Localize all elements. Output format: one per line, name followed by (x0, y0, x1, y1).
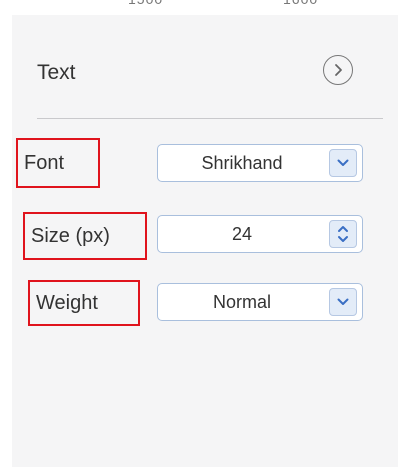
chevron-down-icon (337, 298, 349, 305)
divider (37, 118, 383, 119)
chevron-right-circle-icon (335, 64, 342, 76)
size-label: Size (px) (23, 212, 147, 260)
size-label-text: Size (px) (31, 224, 110, 247)
text-properties-panel: Text Font Shrikhand Size (px) 24 Weight … (12, 15, 398, 467)
ruler-mark: 1600 (283, 0, 318, 7)
font-label-text: Font (24, 151, 65, 174)
font-select-value: Shrikhand (201, 153, 283, 173)
panel-title: Text (37, 61, 76, 84)
font-label: Font (16, 138, 100, 188)
up-down-stepper-icon (338, 226, 348, 242)
chevron-down-icon (337, 159, 349, 166)
weight-label: Weight (28, 280, 140, 326)
weight-select-value: Normal (212, 292, 271, 312)
ruler-mark: 1500 (128, 0, 163, 7)
size-spinner[interactable]: 24 (157, 215, 363, 253)
weight-select[interactable]: Normal (157, 283, 363, 321)
weight-label-text: Weight (36, 291, 98, 314)
font-dropdown-button[interactable] (329, 149, 357, 177)
expand-panel-button[interactable] (323, 55, 353, 85)
weight-dropdown-button[interactable] (329, 288, 357, 316)
font-select[interactable]: Shrikhand (157, 144, 363, 182)
top-ruler: 1500 1600 (0, 0, 398, 14)
size-spinner-value: 24 (231, 224, 253, 244)
size-stepper-button[interactable] (329, 220, 357, 248)
